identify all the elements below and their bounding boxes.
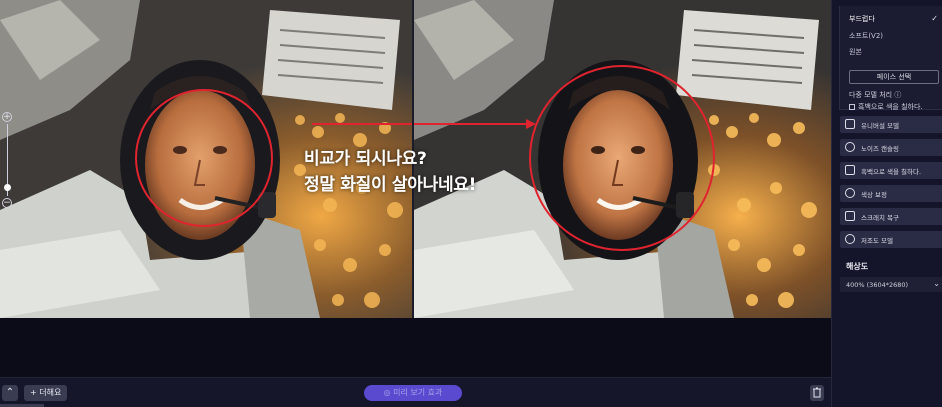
sun-icon	[845, 188, 855, 198]
model-option-soft-v2[interactable]: 소프트(V2)	[849, 31, 883, 41]
tool-label: 색상 보정	[861, 191, 887, 199]
tool-label: 스크래치 복구	[861, 214, 899, 222]
checkbox-icon	[849, 104, 855, 110]
settings-panel: 부드럽다 ✓ 소프트(V2) 원본 페이스 선택 다중 모델 처리 ⓘ 흑백으로…	[831, 0, 942, 407]
tool-label: 흑백으로 색을 칠하다.	[861, 168, 922, 176]
preview-effect-button[interactable]: ◎ 미리 보기 효과	[364, 385, 462, 401]
tool-label: 유니버설 모델	[861, 122, 899, 130]
after-image	[414, 0, 831, 318]
noise-icon	[845, 142, 855, 152]
tool-universal-model[interactable]: 유니버설 모델	[840, 116, 942, 133]
preview-effect-label: 미리 보기 효과	[393, 388, 443, 397]
eye-icon: ◎	[383, 388, 394, 397]
model-option-original[interactable]: 원본	[849, 47, 862, 57]
zoom-in-button[interactable]: +	[2, 112, 12, 122]
image-icon	[845, 119, 855, 129]
contrast-icon	[845, 234, 855, 244]
tool-label: 노이즈 캔슬링	[861, 145, 899, 153]
caption-line-2: 정말 화질이 살아나네요!	[304, 175, 477, 195]
resolution-select[interactable]: 400% (3604*2680) ⌄	[840, 277, 942, 292]
resolution-title: 해상도	[846, 262, 869, 271]
paint-icon	[845, 165, 855, 175]
bottom-toolbar: ⌃ + 더해요 ◎ 미리 보기 효과	[0, 377, 831, 407]
bw-colorize-checkbox[interactable]: 흑백으로 색을 칠하다.	[849, 102, 923, 112]
caption-line-1: 비교가 되시나요?	[304, 149, 427, 169]
add-button[interactable]: + 더해요	[24, 385, 68, 401]
check-icon: ✓	[931, 14, 938, 23]
bw-colorize-label: 흑백으로 색을 칠하다.	[858, 103, 923, 111]
collapse-button[interactable]: ⌃	[2, 385, 18, 401]
tool-scratch-repair[interactable]: 스크래치 복구	[840, 208, 942, 225]
chevron-up-icon: ⌃	[5, 387, 15, 398]
chevron-down-icon: ⌄	[933, 279, 940, 288]
resolution-value: 400% (3604*2680)	[846, 281, 909, 289]
preview-empty-space	[0, 318, 831, 377]
zoom-control[interactable]: + −	[2, 112, 14, 212]
scratch-icon	[845, 211, 855, 221]
zoom-slider-thumb[interactable]	[4, 184, 11, 191]
model-selector: 부드럽다 ✓ 소프트(V2) 원본 페이스 선택 다중 모델 처리 ⓘ 흑백으로…	[839, 6, 942, 112]
tool-color-correction[interactable]: 색상 보정	[840, 185, 942, 202]
multi-model-label: 다중 모델 처리 ⓘ	[849, 91, 902, 99]
comparison-caption: 비교가 되시나요? 정말 화질이 살아나네요!	[304, 146, 476, 198]
zoom-out-button[interactable]: −	[2, 198, 12, 208]
face-select-button[interactable]: 페이스 선택	[849, 70, 939, 84]
after-photo	[414, 0, 831, 318]
tool-colorize[interactable]: 흑백으로 색을 칠하다.	[840, 162, 942, 179]
delete-button[interactable]	[810, 385, 824, 401]
preview-area: + − 비교가 되시나요? 정말 화질이 살아나네요!	[0, 0, 831, 377]
model-option-soft[interactable]: 부드럽다	[849, 14, 875, 24]
trash-icon	[813, 387, 821, 398]
tool-low-light[interactable]: 저조도 모델	[840, 231, 942, 248]
tool-label: 저조도 모델	[861, 237, 893, 245]
tool-noise-cancel[interactable]: 노이즈 캔슬링	[840, 139, 942, 156]
